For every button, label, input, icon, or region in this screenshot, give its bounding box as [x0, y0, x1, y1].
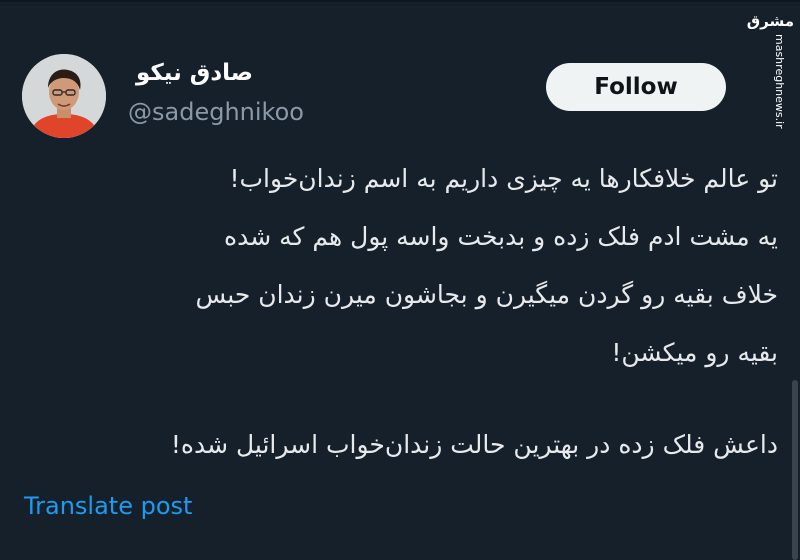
watermark: مشرق mashreghnews.ir [746, 6, 794, 129]
tweet-text-line: بقیه رو میکشن! [611, 338, 778, 367]
author-handle[interactable]: @sadeghnikoo [128, 96, 304, 128]
tweet-text-line: تو عالم خلافکارها یه چیزی داریم به اسم ز… [229, 164, 778, 193]
paragraph-break [22, 382, 778, 416]
follow-button[interactable]: Follow [546, 63, 726, 111]
translate-post-link[interactable]: Translate post [24, 490, 192, 522]
watermark-logo: مشرق [746, 12, 794, 30]
avatar[interactable] [22, 54, 106, 138]
avatar-photo [22, 54, 106, 138]
tweet-text-line: یه مشت ادم فلک زده و بدبخت واسه پول هم ک… [224, 222, 778, 251]
watermark-url: mashreghnews.ir [773, 34, 786, 129]
tweet-text: تو عالم خلافکارها یه چیزی داریم به اسم ز… [22, 150, 778, 474]
tweet-text-line: خلاف بقیه رو گردن میگیرن و بجاشون میرن ز… [195, 280, 778, 309]
top-border [0, 0, 800, 2]
author-display-name[interactable]: صادق نیکو [128, 58, 253, 88]
tweet-text-line: داعش فلک زده در بهترین حالت زندان‌خواب ا… [170, 430, 778, 459]
scrollbar[interactable] [792, 380, 798, 560]
